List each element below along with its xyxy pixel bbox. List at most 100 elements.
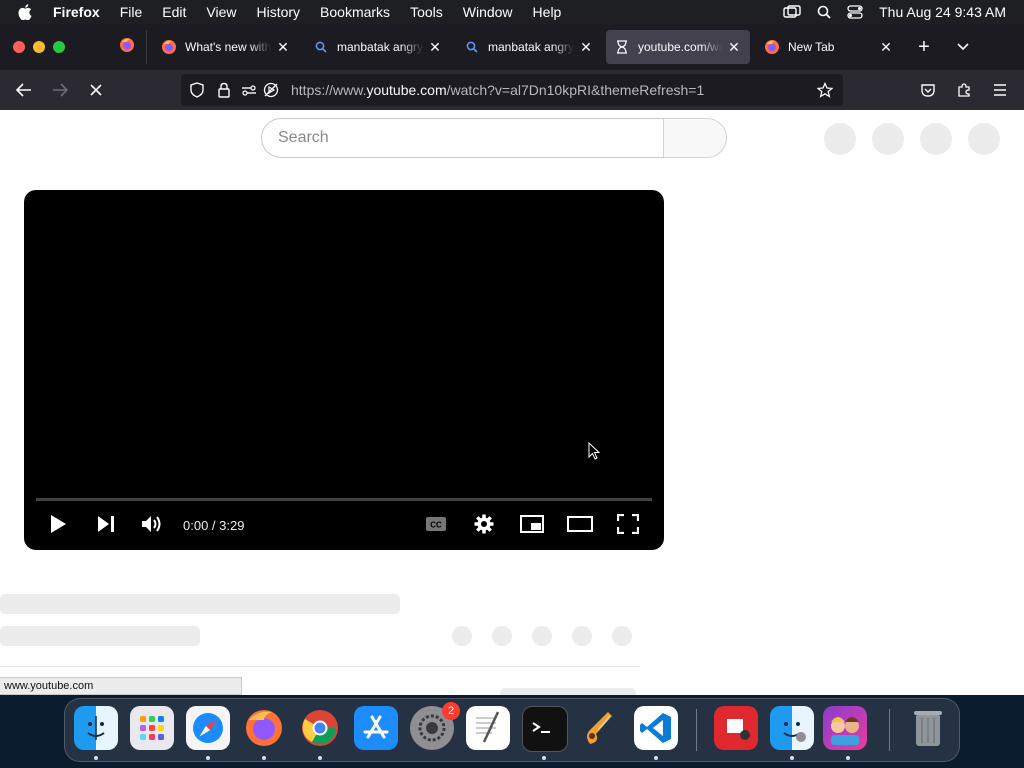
- dock-textedit-icon[interactable]: [466, 706, 510, 750]
- window-close-button[interactable]: [13, 41, 25, 53]
- back-arrow-icon[interactable]: [14, 80, 34, 100]
- play-button[interactable]: [46, 514, 70, 538]
- extensions-puzzle-icon[interactable]: [954, 80, 974, 100]
- tab-close-icon[interactable]: ✕: [427, 39, 443, 56]
- autoplay-blocked-icon[interactable]: [263, 82, 279, 103]
- fullscreen-button[interactable]: [616, 513, 640, 538]
- dock-garageband-icon[interactable]: [578, 706, 622, 750]
- dock-migration-finder-icon[interactable]: [770, 706, 814, 750]
- mute-button[interactable]: [140, 514, 164, 538]
- video-progress-bar[interactable]: [36, 498, 652, 501]
- menubar-clock[interactable]: Thu Aug 24 9:43 AM: [879, 4, 1006, 20]
- miniplayer-button[interactable]: [520, 514, 544, 538]
- tab-youtube-active[interactable]: youtube.com/watch ✕: [606, 30, 750, 64]
- url-host: youtube.com: [366, 82, 447, 98]
- menu-view[interactable]: View: [206, 4, 236, 20]
- dock-firefox-icon[interactable]: [242, 706, 286, 750]
- dock-terminal-icon[interactable]: [522, 706, 568, 752]
- tab-label: What's new with Firefox: [185, 40, 271, 54]
- dock-photo-booth-icon[interactable]: [714, 706, 758, 750]
- dock-app-store-icon[interactable]: [354, 706, 398, 750]
- menu-tools[interactable]: Tools: [410, 4, 443, 20]
- tab-list-chevron-icon[interactable]: [956, 39, 970, 57]
- tab-close-icon[interactable]: ✕: [275, 39, 291, 56]
- tab-close-icon[interactable]: ✕: [726, 39, 742, 56]
- forward-arrow-icon[interactable]: [50, 80, 70, 100]
- menu-firefox[interactable]: Firefox: [53, 4, 100, 20]
- tab-close-icon[interactable]: ✕: [578, 39, 594, 56]
- pinned-tab-firefox[interactable]: [108, 30, 147, 64]
- search-button[interactable]: [663, 118, 727, 158]
- permissions-icon[interactable]: [241, 82, 257, 103]
- url-bar[interactable]: https://www.youtube.com/watch?v=al7Dn10k…: [181, 74, 843, 106]
- dock-finder-icon[interactable]: [74, 706, 118, 750]
- bookmark-star-icon[interactable]: [816, 81, 834, 103]
- subtitles-button[interactable]: CC: [424, 514, 448, 538]
- screen-mirroring-icon[interactable]: [783, 5, 801, 19]
- tab-label: New Tab: [788, 40, 835, 54]
- dock-trash-icon[interactable]: [906, 706, 950, 750]
- theater-mode-button[interactable]: [567, 514, 593, 538]
- hamburger-menu-icon[interactable]: [990, 80, 1010, 100]
- dock-launchpad-icon[interactable]: [130, 706, 174, 750]
- window-zoom-button[interactable]: [53, 41, 65, 53]
- running-indicator: [654, 756, 658, 760]
- tab-label: manbatak angry: [488, 40, 574, 54]
- stop-loading-icon[interactable]: [86, 80, 106, 100]
- video-player[interactable]: 0:00 / 3:29 CC: [24, 190, 664, 550]
- settings-button[interactable]: [472, 514, 496, 538]
- next-button[interactable]: [94, 514, 118, 538]
- skeleton-title: [0, 594, 400, 614]
- apple-menu-icon[interactable]: [18, 4, 38, 20]
- dock-safari-icon[interactable]: [186, 706, 230, 750]
- url-text[interactable]: https://www.youtube.com/watch?v=al7Dn10k…: [291, 82, 704, 98]
- dock-system-settings-icon[interactable]: 2: [410, 702, 460, 750]
- firefox-logo-icon: [119, 37, 135, 58]
- tracking-protection-shield-icon[interactable]: [189, 82, 205, 103]
- spotlight-search-icon[interactable]: [817, 5, 831, 19]
- mouse-cursor-icon: [588, 441, 601, 465]
- macos-dock: 2: [64, 698, 960, 762]
- play-icon: [49, 514, 67, 539]
- tab-search-manbatak-1[interactable]: manbatak angry ✕: [305, 30, 451, 64]
- menu-edit[interactable]: Edit: [162, 4, 186, 20]
- search-input[interactable]: Search: [261, 118, 664, 158]
- control-center-icon[interactable]: [847, 5, 863, 19]
- link-status-bar: www.youtube.com: [0, 677, 242, 695]
- tab-label: manbatak angry: [337, 40, 423, 54]
- skeleton-button: [824, 123, 856, 155]
- skeleton-avatar: [968, 123, 1000, 155]
- lock-icon[interactable]: [217, 82, 231, 103]
- menu-file[interactable]: File: [120, 4, 143, 20]
- skeleton-action: [612, 626, 632, 646]
- menu-bookmarks[interactable]: Bookmarks: [320, 4, 390, 20]
- skip-next-icon: [96, 515, 116, 538]
- dock-chrome-icon[interactable]: [298, 706, 342, 750]
- window-minimize-button[interactable]: [33, 41, 45, 53]
- tab-search-manbatak-2[interactable]: manbatak angry ✕: [456, 30, 602, 64]
- dock-vscode-icon[interactable]: [634, 706, 678, 750]
- running-indicator: [318, 756, 322, 760]
- dock-game-icon[interactable]: [823, 706, 867, 750]
- video-time-display: 0:00 / 3:29: [183, 518, 245, 533]
- miniplayer-icon: [520, 514, 544, 538]
- new-tab-plus-icon[interactable]: +: [914, 37, 934, 57]
- skeleton-action: [532, 626, 552, 646]
- menu-window[interactable]: Window: [463, 4, 513, 20]
- gear-icon: [473, 513, 495, 540]
- running-indicator: [846, 756, 850, 760]
- firefox-tab-strip: What's new with Firefox ✕ manbatak angry…: [0, 24, 1024, 70]
- pocket-icon[interactable]: [918, 80, 938, 100]
- skeleton-action: [492, 626, 512, 646]
- tab-whats-new[interactable]: What's new with Firefox ✕: [153, 30, 299, 64]
- tab-new-tab[interactable]: New Tab ✕: [756, 30, 902, 64]
- tab-close-icon[interactable]: ✕: [878, 39, 894, 56]
- menu-history[interactable]: History: [256, 4, 300, 20]
- search-icon: [464, 39, 480, 55]
- search-icon: [313, 39, 329, 55]
- url-prefix: https://www.: [291, 82, 367, 98]
- skeleton-button: [920, 123, 952, 155]
- youtube-page: Search 0:00 / 3:29 CC: [0, 110, 1024, 695]
- menu-help[interactable]: Help: [533, 4, 562, 20]
- volume-icon: [141, 515, 163, 538]
